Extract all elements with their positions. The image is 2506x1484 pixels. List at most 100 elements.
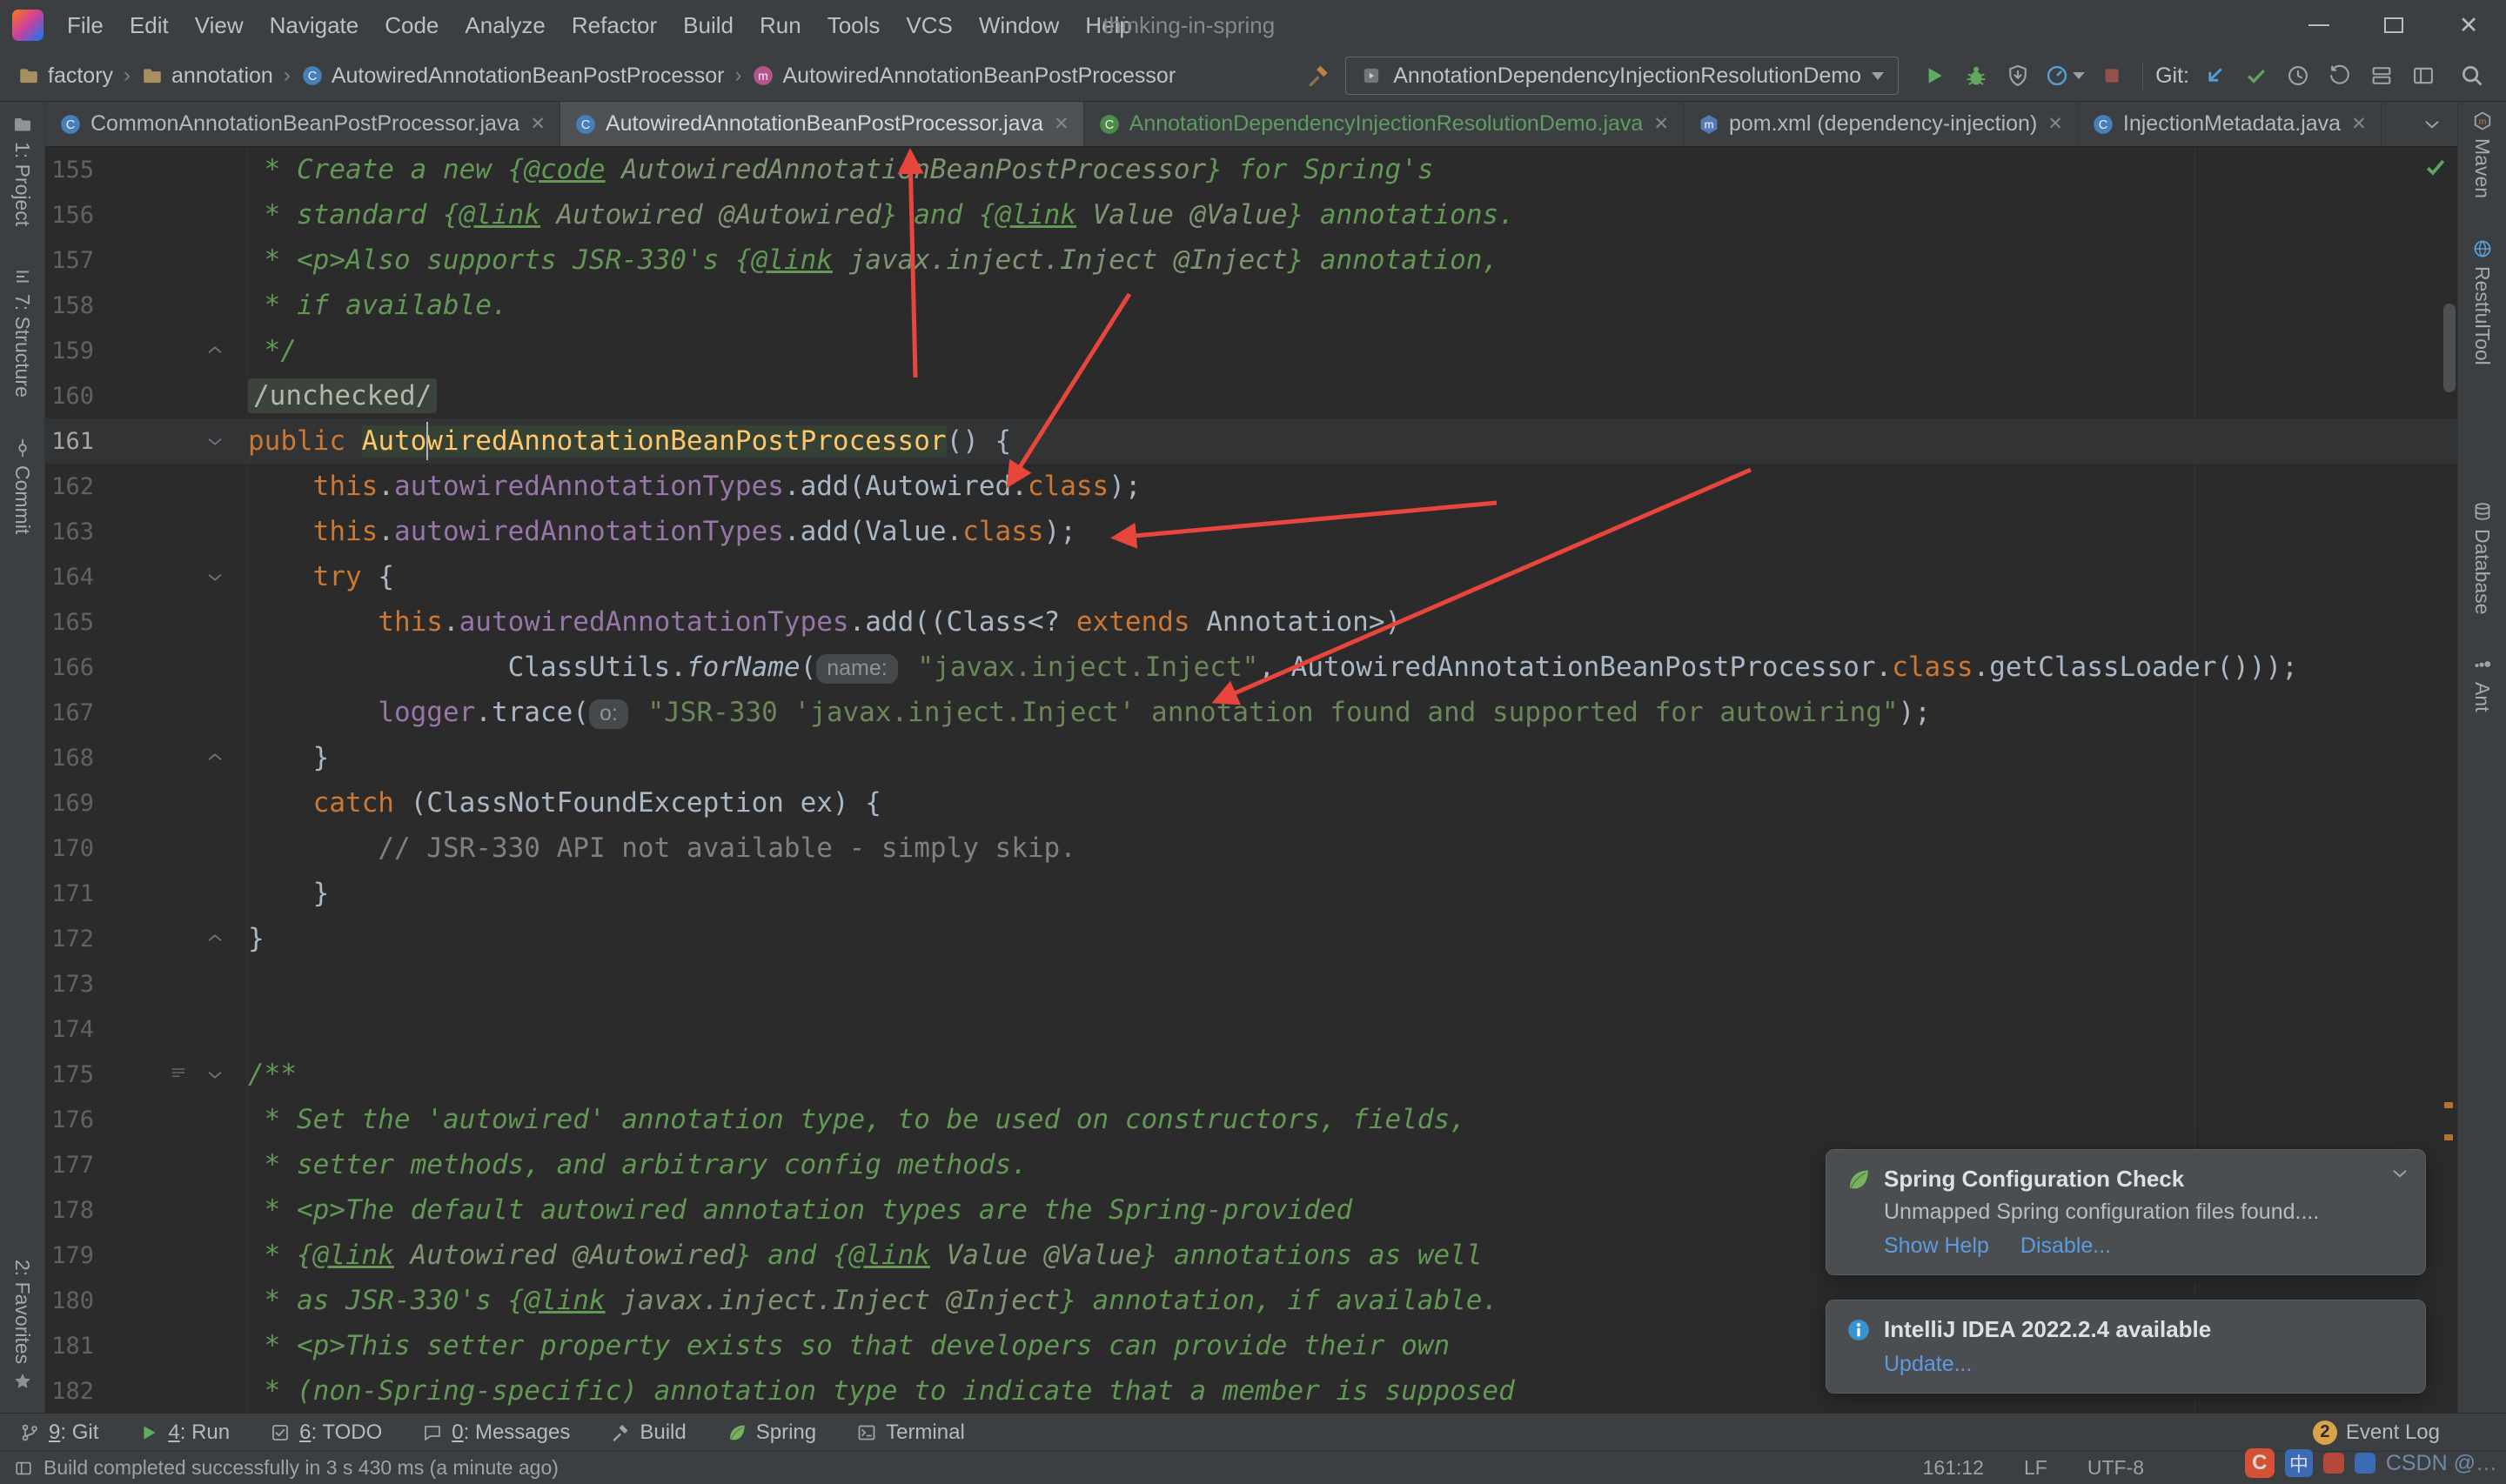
code-line-174[interactable]: 174 <box>45 1006 2457 1052</box>
caret-position-widget[interactable]: 161:12 <box>1923 1456 1984 1480</box>
toolwindow-button-todo[interactable]: 6: TODO <box>270 1420 382 1445</box>
build-project-button[interactable] <box>1300 57 1337 94</box>
tool-stripe-commit[interactable]: Commit <box>10 438 34 534</box>
close-tab-icon[interactable]: ✕ <box>2351 113 2367 135</box>
editor-tab[interactable]: C CommonAnnotationBeanPostProcessor.java ✕ <box>45 102 560 146</box>
code-line-163[interactable]: 163 this.autowiredAnnotationTypes.add(Va… <box>45 509 2457 554</box>
inspections-status-icon[interactable] <box>2422 154 2449 180</box>
line-number[interactable]: 173 <box>45 971 94 998</box>
error-stripe-mark[interactable] <box>2444 1102 2453 1108</box>
line-number[interactable]: 182 <box>45 1378 94 1405</box>
profiler-button[interactable] <box>2041 57 2088 94</box>
line-number[interactable]: 179 <box>45 1242 94 1269</box>
menu-refactor[interactable]: Refactor <box>559 0 670 50</box>
fold-marker-icon[interactable] <box>205 431 224 451</box>
toolwindow-button-terminal[interactable]: Terminal <box>856 1420 965 1445</box>
line-number[interactable]: 157 <box>45 247 94 274</box>
breadcrumb-item[interactable]: m AutowiredAnnotationBeanPostProcessor <box>750 64 1177 89</box>
line-number[interactable]: 177 <box>45 1152 94 1179</box>
code-line-155[interactable]: 155 * Create a new {@code AutowiredAnnot… <box>45 147 2457 192</box>
line-number[interactable]: 175 <box>45 1061 94 1088</box>
code-line-157[interactable]: 157 * <p>Also supports JSR-330's {@link … <box>45 237 2457 283</box>
line-number[interactable]: 166 <box>45 654 94 681</box>
debug-button[interactable] <box>1958 57 1994 94</box>
fold-marker-icon[interactable] <box>205 341 224 360</box>
encoding-widget[interactable]: UTF-8 <box>2087 1456 2144 1480</box>
run-configuration-select[interactable]: AnnotationDependencyInjectionResolutionD… <box>1345 57 1900 95</box>
commit-button[interactable] <box>2238 57 2275 94</box>
close-tab-icon[interactable]: ✕ <box>530 113 546 135</box>
line-number[interactable]: 167 <box>45 699 94 726</box>
code-line-156[interactable]: 156 * standard {@link Autowired @Autowir… <box>45 192 2457 237</box>
line-number[interactable]: 158 <box>45 292 94 319</box>
line-number[interactable]: 181 <box>45 1333 94 1360</box>
line-number[interactable]: 171 <box>45 880 94 907</box>
tool-stripe-ant[interactable]: Ant <box>2470 654 2494 712</box>
line-separator-widget[interactable]: LF <box>2024 1456 2047 1480</box>
menu-edit[interactable]: Edit <box>117 0 182 50</box>
notification-link[interactable]: Show Help <box>1884 1233 1989 1259</box>
maximize-button[interactable] <box>2356 0 2431 50</box>
scrollbar-thumb[interactable] <box>2443 304 2456 392</box>
fold-marker-icon[interactable] <box>205 748 224 767</box>
code-line-168[interactable]: 168 } <box>45 735 2457 780</box>
code-line-161[interactable]: 161 public AutowiredAnnotationBeanPostPro… <box>45 418 2457 464</box>
coverage-button[interactable] <box>2000 57 2036 94</box>
code-editor[interactable]: 155 * Create a new {@code AutowiredAnnot… <box>45 147 2457 1413</box>
toolwindow-button-spring[interactable]: Spring <box>727 1420 816 1445</box>
collapse-notification-icon[interactable] <box>2389 1162 2411 1185</box>
line-number[interactable]: 180 <box>45 1287 94 1314</box>
search-everywhere-button[interactable] <box>2454 57 2490 94</box>
menu-window[interactable]: Window <box>966 0 1072 50</box>
notification-card[interactable]: Spring Configuration Check Unmapped Sprin… <box>1826 1149 2426 1275</box>
breadcrumb-item[interactable]: C AutowiredAnnotationBeanPostProcessor <box>299 64 727 89</box>
line-number[interactable]: 161 <box>45 428 94 455</box>
breadcrumb-item[interactable]: factory <box>16 64 115 89</box>
line-number[interactable]: 162 <box>45 473 94 500</box>
code-line-158[interactable]: 158 * if available. <box>45 283 2457 328</box>
line-number[interactable]: 163 <box>45 518 94 545</box>
code-line-166[interactable]: 166 ClassUtils.forName(name: "javax.inje… <box>45 645 2457 690</box>
editor-tab[interactable]: C AutowiredAnnotationBeanPostProcessor.ja… <box>559 102 1084 146</box>
toolwindow-button-git[interactable]: 9: Git <box>19 1420 98 1445</box>
line-number[interactable]: 176 <box>45 1106 94 1133</box>
line-number[interactable]: 164 <box>45 564 94 591</box>
fold-marker-icon[interactable] <box>205 929 224 948</box>
menu-build[interactable]: Build <box>670 0 747 50</box>
code-line-164[interactable]: 164 try { <box>45 554 2457 599</box>
code-line-175[interactable]: 175/** <box>45 1052 2457 1097</box>
run-button[interactable] <box>1916 57 1953 94</box>
line-number[interactable]: 178 <box>45 1197 94 1224</box>
editor-tab[interactable]: m pom.xml (dependency-injection) ✕ <box>1684 102 2078 146</box>
shelf-button[interactable] <box>2363 57 2400 94</box>
line-number[interactable]: 169 <box>45 790 94 817</box>
history-button[interactable] <box>2280 57 2316 94</box>
update-button[interactable] <box>2196 57 2233 94</box>
rollback-button[interactable] <box>2322 57 2358 94</box>
menu-code[interactable]: Code <box>372 0 452 50</box>
line-number[interactable]: 160 <box>45 383 94 410</box>
code-line-169[interactable]: 169 catch (ClassNotFoundException ex) { <box>45 780 2457 826</box>
code-line-165[interactable]: 165 this.autowiredAnnotationTypes.add((C… <box>45 599 2457 645</box>
close-tab-icon[interactable]: ✕ <box>1054 113 1069 135</box>
menu-view[interactable]: View <box>182 0 257 50</box>
line-number[interactable]: 165 <box>45 609 94 636</box>
toolwindow-button-build[interactable]: Build <box>610 1420 687 1445</box>
tool-stripe-1-project[interactable]: 1: Project <box>10 114 34 226</box>
tool-stripe-2-favorites[interactable]: 2: Favorites <box>10 1260 34 1392</box>
layout-button[interactable] <box>2405 57 2442 94</box>
code-line-170[interactable]: 170 // JSR-330 API not available - simpl… <box>45 826 2457 871</box>
code-line-173[interactable]: 173 <box>45 961 2457 1006</box>
toolwindow-button-run[interactable]: 4: Run <box>138 1420 230 1445</box>
line-number[interactable]: 174 <box>45 1016 94 1043</box>
code-line-159[interactable]: 159 */ <box>45 328 2457 373</box>
menu-analyze[interactable]: Analyze <box>452 0 559 50</box>
code-line-162[interactable]: 162 this.autowiredAnnotationTypes.add(Au… <box>45 464 2457 509</box>
line-number[interactable]: 159 <box>45 338 94 364</box>
stop-button[interactable] <box>2094 57 2130 94</box>
notification-link[interactable]: Disable... <box>2020 1233 2111 1259</box>
menu-vcs[interactable]: VCS <box>893 0 965 50</box>
line-number[interactable]: 168 <box>45 745 94 772</box>
menu-file[interactable]: File <box>54 0 117 50</box>
breadcrumb-item[interactable]: annotation <box>139 64 275 89</box>
